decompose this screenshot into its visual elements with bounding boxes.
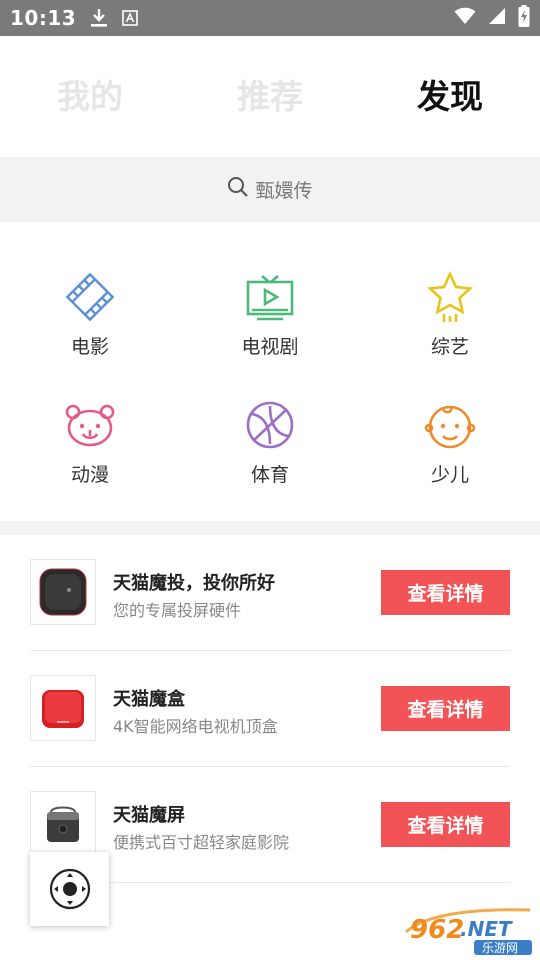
category-kids[interactable]: 少儿 <box>360 368 540 496</box>
star-icon <box>426 270 474 322</box>
battery-charging-icon <box>518 5 530 31</box>
wifi-icon <box>454 7 476 29</box>
tv-icon <box>246 275 294 321</box>
category-grid: 电影 电视剧 综艺 动漫 体育 少儿 <box>0 240 540 496</box>
tab-mine[interactable]: 我的 <box>0 80 180 113</box>
signal-icon <box>488 7 506 29</box>
search-bar[interactable]: 甄嬛传 <box>0 157 540 222</box>
a11y-text-icon <box>122 10 138 26</box>
set-top-box-image-icon <box>42 690 84 728</box>
category-label: 电视剧 <box>241 336 299 358</box>
status-bar: 10:13 <box>0 0 540 36</box>
view-details-button[interactable]: 查看详情 <box>381 570 510 615</box>
svg-text:乐游网: 乐游网 <box>482 941 518 955</box>
product-title: 天猫魔盒 <box>113 689 185 710</box>
site-watermark-logo: 962 .NET 乐游网 <box>402 906 534 956</box>
product-thumbnail[interactable] <box>30 791 96 857</box>
product-thumbnail[interactable] <box>30 559 96 625</box>
bear-icon <box>65 404 115 447</box>
category-variety[interactable]: 综艺 <box>360 240 540 368</box>
list-item: 天猫魔投，投你所好 您的专属投屏硬件 查看详情 <box>30 535 510 651</box>
kid-face-icon <box>424 405 476 449</box>
tab-recommend[interactable]: 推荐 <box>180 80 360 113</box>
product-thumbnail[interactable] <box>30 675 96 741</box>
view-details-button[interactable]: 查看详情 <box>381 802 510 847</box>
category-label: 动漫 <box>70 464 109 486</box>
product-subtitle: 便携式百寸超轻家庭影院 <box>113 833 290 852</box>
category-label: 综艺 <box>430 336 469 358</box>
film-icon <box>65 272 115 322</box>
search-field[interactable]: 甄嬛传 <box>227 176 313 203</box>
category-label: 少儿 <box>430 464 469 486</box>
product-title: 天猫魔投，投你所好 <box>113 573 275 594</box>
category-label: 电影 <box>70 336 109 358</box>
category-movie[interactable]: 电影 <box>0 240 180 368</box>
download-icon <box>90 8 108 28</box>
status-time: 10:13 <box>10 6 77 30</box>
category-anime[interactable]: 动漫 <box>0 368 180 496</box>
svg-text:.NET: .NET <box>460 917 513 941</box>
remote-control-button[interactable] <box>30 852 109 926</box>
top-tabs: 我的 推荐 发现 <box>0 36 540 156</box>
product-title: 天猫魔屏 <box>113 805 185 826</box>
portable-projector-image-icon <box>47 806 79 842</box>
tab-discover[interactable]: 发现 <box>360 80 540 113</box>
search-placeholder: 甄嬛传 <box>255 180 313 202</box>
product-subtitle: 4K智能网络电视机顶盒 <box>113 717 278 736</box>
category-tv-series[interactable]: 电视剧 <box>180 240 360 368</box>
list-item: 天猫魔盒 4K智能网络电视机顶盒 查看详情 <box>30 651 510 767</box>
view-details-button[interactable]: 查看详情 <box>381 686 510 731</box>
section-divider <box>0 521 540 535</box>
product-list: 天猫魔投，投你所好 您的专属投屏硬件 查看详情 天猫魔盒 4K智能网络电视机顶盒… <box>0 535 540 883</box>
projector-image-icon <box>39 568 87 616</box>
remote-dpad-icon <box>49 868 90 910</box>
category-label: 体育 <box>250 464 289 486</box>
basketball-icon <box>246 401 294 449</box>
category-sports[interactable]: 体育 <box>180 368 360 496</box>
search-icon <box>227 176 249 203</box>
product-subtitle: 您的专属投屏硬件 <box>113 601 242 620</box>
svg-text:962: 962 <box>410 915 464 945</box>
